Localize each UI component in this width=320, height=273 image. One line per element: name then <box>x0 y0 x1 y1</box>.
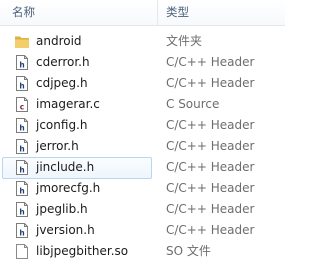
file-name: jversion.h <box>36 223 95 237</box>
file-row[interactable]: h jconfig.h C/C++ Header <box>0 115 285 136</box>
column-header-bar: 名称 类型 <box>0 0 285 26</box>
file-type: 文件夹 <box>166 34 203 48</box>
column-header-type[interactable]: 类型 <box>158 0 285 25</box>
file-row[interactable]: c imagerar.c C Source <box>0 94 285 115</box>
file-name: jpeglib.h <box>36 202 88 216</box>
file-name: libjpegbither.so <box>36 244 129 258</box>
file-type: C/C++ Header <box>166 76 255 90</box>
file-name: jmorecfg.h <box>36 181 101 195</box>
svg-text:h: h <box>19 61 24 70</box>
file-type: C/C++ Header <box>166 202 255 216</box>
file-row[interactable]: h jmorecfg.h C/C++ Header <box>0 178 285 199</box>
header-file-icon: h <box>14 180 30 197</box>
file-type: C/C++ Header <box>166 118 255 132</box>
svg-text:h: h <box>19 187 24 196</box>
file-type: C Source <box>166 97 220 111</box>
so-file-icon <box>14 243 30 260</box>
file-row[interactable]: h cdjpeg.h C/C++ Header <box>0 73 285 94</box>
file-row[interactable]: h jinclude.h C/C++ Header <box>0 157 285 179</box>
file-name: jinclude.h <box>36 160 95 174</box>
header-file-icon: h <box>14 159 30 176</box>
column-header-name[interactable]: 名称 <box>0 0 157 25</box>
svg-text:h: h <box>19 82 24 91</box>
file-name: cderror.h <box>36 55 90 69</box>
svg-text:c: c <box>20 103 24 112</box>
header-file-icon: h <box>14 75 30 92</box>
file-name: jconfig.h <box>36 118 88 132</box>
svg-text:h: h <box>19 166 24 175</box>
header-file-icon: h <box>14 54 30 71</box>
header-file-icon: h <box>14 201 30 218</box>
file-name: jerror.h <box>36 139 79 153</box>
folder-icon <box>14 33 30 50</box>
file-type: C/C++ Header <box>166 160 255 174</box>
file-row[interactable]: android 文件夹 <box>0 31 285 52</box>
svg-text:h: h <box>19 124 24 133</box>
header-file-icon: h <box>14 138 30 155</box>
svg-text:h: h <box>19 145 24 154</box>
file-type: C/C++ Header <box>166 223 255 237</box>
svg-text:h: h <box>19 208 24 217</box>
file-type: C/C++ Header <box>166 181 255 195</box>
header-file-icon: h <box>14 222 30 239</box>
file-row[interactable]: libjpegbither.so SO 文件 <box>0 241 285 262</box>
file-row[interactable]: h jpeglib.h C/C++ Header <box>0 199 285 220</box>
file-name: cdjpeg.h <box>36 76 88 90</box>
file-name: android <box>36 34 82 48</box>
c-source-file-icon: c <box>14 96 30 113</box>
file-type: C/C++ Header <box>166 55 255 69</box>
file-row[interactable]: h jversion.h C/C++ Header <box>0 220 285 241</box>
file-type: SO 文件 <box>166 244 211 258</box>
file-row[interactable]: h cderror.h C/C++ Header <box>0 52 285 73</box>
svg-text:h: h <box>19 229 24 238</box>
file-type: C/C++ Header <box>166 139 255 153</box>
header-file-icon: h <box>14 117 30 134</box>
file-row[interactable]: h jerror.h C/C++ Header <box>0 136 285 157</box>
file-list: android 文件夹 h cderror.h C/C++ Header h cdjpeg.… <box>0 31 285 262</box>
file-name: imagerar.c <box>36 97 100 111</box>
